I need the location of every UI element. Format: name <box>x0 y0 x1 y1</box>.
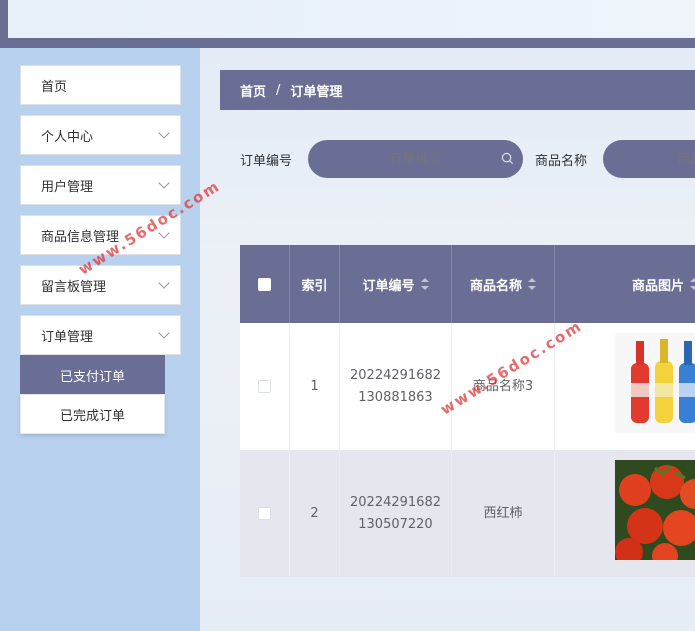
chevron-down-icon <box>158 327 170 339</box>
header-order-no[interactable]: 订单编号 <box>340 245 452 323</box>
submenu-item-paid-orders[interactable]: 已支付订单 <box>20 355 165 395</box>
sort-icon[interactable] <box>528 278 536 290</box>
product-name-label: 商品名称 <box>535 154 588 169</box>
cell-product-name: 西红柿 <box>452 450 555 577</box>
app-window: 首页 个人中心 用户管理 商品信息管理 留言板管理 订单管理 已支付订单 已完成… <box>0 0 695 631</box>
order-no-line: 130507220 <box>358 516 433 532</box>
submenu-item-label: 已完成订单 <box>59 408 125 424</box>
sidebar-item-home[interactable]: 首页 <box>20 65 181 105</box>
header-label: 索引 <box>301 278 328 294</box>
select-all-checkbox[interactable] <box>258 277 271 291</box>
sidebar-item-order-management[interactable]: 订单管理 <box>20 315 181 355</box>
header-index: 索引 <box>290 245 340 323</box>
row-checkbox[interactable] <box>258 507 271 520</box>
sidebar-item-personal-center[interactable]: 个人中心 <box>20 115 181 155</box>
submenu-item-label: 已支付订单 <box>59 369 125 385</box>
sidebar-item-label: 首页 <box>41 79 68 95</box>
select-all-cell <box>240 245 290 323</box>
cell-product-image <box>555 450 695 577</box>
table-row[interactable]: 2 20224291682 130507220 西红柿 <box>240 450 695 577</box>
table-header: 索引 订单编号 商品名称 商品图片 <box>240 245 695 323</box>
sort-icon[interactable] <box>690 278 695 290</box>
order-no-line: 20224291682 <box>350 367 441 383</box>
row-select-cell <box>240 450 290 577</box>
order-no-label: 订单编号 <box>240 154 293 169</box>
sidebar-item-label: 留言板管理 <box>41 279 107 295</box>
header-label: 商品名称 <box>469 278 522 294</box>
main-content: 首页 / 订单管理 订单编号 商品名称 索引 订单编号 <box>200 48 695 631</box>
tomatoes-image[interactable] <box>615 460 695 560</box>
sidebar-item-message-board[interactable]: 留言板管理 <box>20 265 181 305</box>
cell-index: 2 <box>290 450 340 577</box>
row-checkbox[interactable] <box>258 380 271 393</box>
sidebar-item-label: 个人中心 <box>41 129 94 145</box>
bottles-image[interactable] <box>615 333 695 433</box>
cell-order-no: 20224291682 130881863 <box>340 323 452 450</box>
breadcrumb-home[interactable]: 首页 <box>240 81 266 100</box>
breadcrumb-separator: / <box>276 82 281 98</box>
header-label: 订单编号 <box>362 278 415 294</box>
top-header-panel <box>8 0 695 38</box>
order-no-line: 20224291682 <box>350 494 441 510</box>
orders-table: 索引 订单编号 商品名称 商品图片 1 20224291682 13088186… <box>240 245 695 577</box>
header-label: 商品图片 <box>631 278 684 294</box>
header-product-name[interactable]: 商品名称 <box>452 245 555 323</box>
sidebar-item-user-management[interactable]: 用户管理 <box>20 165 181 205</box>
chevron-down-icon <box>158 127 170 139</box>
sidebar-item-label: 订单管理 <box>41 329 94 345</box>
cell-product-image <box>555 323 695 450</box>
chevron-down-icon <box>158 277 170 289</box>
sort-icon[interactable] <box>420 278 429 290</box>
submenu-item-completed-orders[interactable]: 已完成订单 <box>20 394 165 434</box>
search-icon[interactable] <box>501 152 514 165</box>
breadcrumb-current: 订单管理 <box>290 84 343 100</box>
cell-index: 1 <box>290 323 340 450</box>
order-no-input[interactable] <box>308 140 523 178</box>
row-select-cell <box>240 323 290 450</box>
sidebar: 首页 个人中心 用户管理 商品信息管理 留言板管理 订单管理 已支付订单 已完成… <box>0 48 200 631</box>
cell-order-no: 20224291682 130507220 <box>340 450 452 577</box>
chevron-down-icon <box>158 177 170 189</box>
top-header <box>0 0 695 48</box>
breadcrumb: 首页 / 订单管理 <box>220 70 695 110</box>
product-name-input[interactable] <box>603 140 695 178</box>
sidebar-item-label: 用户管理 <box>41 179 94 195</box>
header-product-image[interactable]: 商品图片 <box>555 245 695 323</box>
sidebar-item-label: 商品信息管理 <box>41 229 120 245</box>
order-no-line: 130881863 <box>358 389 433 405</box>
